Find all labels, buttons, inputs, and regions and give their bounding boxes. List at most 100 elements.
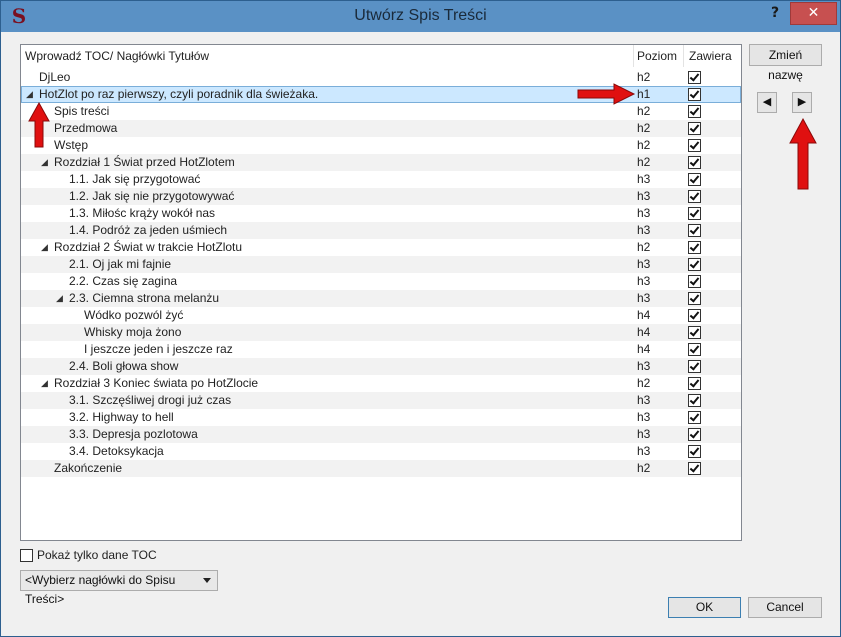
toc-row-level[interactable]: h3 [637,409,650,426]
toc-row-label[interactable]: 1.4. Podróż za jeden uśmiech [69,222,227,239]
checkbox-box[interactable] [20,549,33,562]
rename-button[interactable]: Zmień nazwę [749,44,822,82]
include-checkbox[interactable] [688,258,701,271]
include-checkbox[interactable] [688,71,701,84]
close-button[interactable]: ✕ [790,2,837,25]
include-checkbox[interactable] [688,224,701,237]
toc-row-level[interactable]: h3 [637,188,650,205]
toc-row[interactable]: 3.1. Szczęśliwej drogi już czas h3 [21,392,741,409]
toc-row-label[interactable]: Spis treści [54,103,109,120]
toc-row-label[interactable]: 1.3. Miłośc krąży wokół nas [69,205,215,222]
include-checkbox[interactable] [688,377,701,390]
toc-row-level[interactable]: h2 [637,154,650,171]
toc-row-label[interactable]: Wódko pozwól żyć [84,307,183,324]
include-checkbox[interactable] [688,207,701,220]
column-header-level[interactable]: Poziom [637,45,677,67]
toc-row-label[interactable]: I jeszcze jeden i jeszcze raz [84,341,233,358]
toc-row-level[interactable]: h2 [637,69,650,86]
collapse-triangle-icon[interactable]: ◢ [56,293,63,303]
toc-row-level[interactable]: h3 [637,443,650,460]
toc-row-level[interactable]: h2 [637,460,650,477]
toc-row-level[interactable]: h3 [637,222,650,239]
select-headings-dropdown[interactable]: <Wybierz nagłówki do Spisu Treści> [20,570,218,606]
column-header-name[interactable]: Wprowadź TOC/ Nagłówki Tytułów [25,45,209,67]
toc-row-label[interactable]: 3.3. Depresja pozlotowa [69,426,198,443]
toc-row[interactable]: 1.1. Jak się przygotować h3 [21,171,741,188]
toc-row[interactable]: ◢ 2.3. Ciemna strona melanżu h3 [21,290,741,307]
include-checkbox[interactable] [688,360,701,373]
ok-button[interactable]: OK [668,597,741,618]
toc-row[interactable]: 3.4. Detoksykacja h3 [21,443,741,460]
toc-row-level[interactable]: h3 [637,392,650,409]
include-checkbox[interactable] [688,105,701,118]
include-checkbox[interactable] [688,428,701,441]
toc-row-label[interactable]: Wstęp [54,137,88,154]
include-checkbox[interactable] [688,326,701,339]
toc-list[interactable]: Wprowadź TOC/ Nagłówki Tytułów Poziom Za… [20,44,742,541]
toc-row-label[interactable]: 1.2. Jak się nie przygotowywać [69,188,234,205]
include-checkbox[interactable] [688,241,701,254]
toc-row-label[interactable]: DjLeo [39,69,70,86]
toc-row[interactable]: Whisky moja żono h4 [21,324,741,341]
collapse-triangle-icon[interactable]: ◢ [26,89,33,99]
toc-row[interactable]: ◢ Rozdział 1 Świat przed HotZlotem h2 [21,154,741,171]
include-checkbox[interactable] [688,275,701,288]
toc-row-label[interactable]: 2.3. Ciemna strona melanżu [69,290,219,307]
include-checkbox[interactable] [688,343,701,356]
include-checkbox[interactable] [688,156,701,169]
toc-row-label[interactable]: 3.1. Szczęśliwej drogi już czas [69,392,231,409]
toc-row-label[interactable]: Whisky moja żono [84,324,181,341]
toc-row-level[interactable]: h2 [637,375,650,392]
include-checkbox[interactable] [688,88,701,101]
toc-row[interactable]: 2.4. Boli głowa show h3 [21,358,741,375]
toc-row[interactable]: 1.2. Jak się nie przygotowywać h3 [21,188,741,205]
toc-row[interactable]: 1.3. Miłośc krąży wokół nas h3 [21,205,741,222]
include-checkbox[interactable] [688,122,701,135]
toc-row-level[interactable]: h2 [637,239,650,256]
toc-row-label[interactable]: 3.2. Highway to hell [69,409,174,426]
collapse-triangle-icon[interactable]: ◢ [41,157,48,167]
toc-row-level[interactable]: h3 [637,273,650,290]
triangle-left-icon[interactable]: ◀ [757,92,777,113]
title-bar[interactable]: S Utwórz Spis Treści ? ✕ [1,1,840,32]
toc-row-level[interactable]: h3 [637,171,650,188]
toc-row-label[interactable]: 2.4. Boli głowa show [69,358,178,375]
toc-row[interactable]: Przedmowa h2 [21,120,741,137]
toc-row-level[interactable]: h2 [637,120,650,137]
toc-row-level[interactable]: h3 [637,358,650,375]
toc-row-level[interactable]: h1 [637,86,650,103]
toc-row-label[interactable]: 2.2. Czas się zagina [69,273,177,290]
triangle-right-icon[interactable]: ▶ [792,92,812,113]
toc-row-level[interactable]: h4 [637,324,650,341]
toc-row-level[interactable]: h2 [637,137,650,154]
toc-row-level[interactable]: h2 [637,103,650,120]
include-checkbox[interactable] [688,394,701,407]
include-checkbox[interactable] [688,173,701,186]
toc-row[interactable]: 1.4. Podróż za jeden uśmiech h3 [21,222,741,239]
column-header-include[interactable]: Zawiera [689,45,732,67]
toc-row[interactable]: 3.3. Depresja pozlotowa h3 [21,426,741,443]
toc-row[interactable]: 2.2. Czas się zagina h3 [21,273,741,290]
toc-row[interactable]: ◢ Rozdział 2 Świat w trakcie HotZlotu h2 [21,239,741,256]
toc-row-label[interactable]: 2.1. Oj jak mi fajnie [69,256,171,273]
include-checkbox[interactable] [688,309,701,322]
toc-row-level[interactable]: h3 [637,256,650,273]
toc-row[interactable]: I jeszcze jeden i jeszcze raz h4 [21,341,741,358]
collapse-triangle-icon[interactable]: ◢ [41,378,48,388]
toc-row-label[interactable]: 3.4. Detoksykacja [69,443,164,460]
cancel-button[interactable]: Cancel [748,597,822,618]
toc-row-level[interactable]: h3 [637,290,650,307]
toc-row-level[interactable]: h4 [637,307,650,324]
toc-row-label[interactable]: Rozdział 1 Świat przed HotZlotem [54,154,235,171]
toc-row[interactable]: Spis treści h2 [21,103,741,120]
toc-row-label[interactable]: Zakończenie [54,460,122,477]
toc-row-level[interactable]: h4 [637,341,650,358]
collapse-triangle-icon[interactable]: ◢ [41,242,48,252]
toc-row-level[interactable]: h3 [637,426,650,443]
toc-row[interactable]: 3.2. Highway to hell h3 [21,409,741,426]
include-checkbox[interactable] [688,292,701,305]
toc-row-label[interactable]: Przedmowa [54,120,117,137]
toc-row[interactable]: 2.1. Oj jak mi fajnie h3 [21,256,741,273]
toc-row[interactable]: Wstęp h2 [21,137,741,154]
toc-row[interactable]: Zakończenie h2 [21,460,741,477]
